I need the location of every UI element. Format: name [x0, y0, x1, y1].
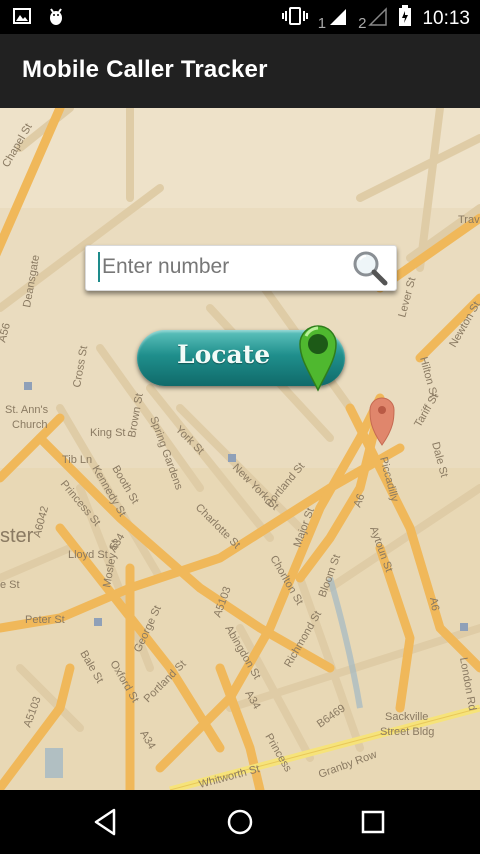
- map-label: Street Bldg: [380, 726, 434, 738]
- map-label: King St: [90, 427, 125, 439]
- map-label: Tib Ln: [62, 454, 92, 466]
- app-bar: Mobile Caller Tracker: [0, 34, 480, 108]
- magnifier-icon[interactable]: [350, 248, 390, 288]
- signal-icon: [328, 6, 348, 32]
- map-label: St. Ann's: [5, 404, 49, 416]
- map-label: Sackville: [385, 711, 428, 723]
- sim2-label: 2: [358, 15, 367, 32]
- home-icon[interactable]: [220, 802, 260, 842]
- search-input[interactable]: [98, 252, 352, 282]
- search-box: [85, 245, 397, 291]
- locate-button-label: Locate: [177, 340, 271, 369]
- map-label: ster: [0, 525, 34, 547]
- android-debug-icon: [46, 6, 66, 33]
- image-icon: [12, 6, 32, 33]
- map-label: Travelo: [458, 214, 480, 226]
- vibrate-icon: [281, 6, 308, 32]
- recents-icon[interactable]: [353, 802, 393, 842]
- map-label: e St: [0, 579, 20, 591]
- map-label: Peter St: [25, 614, 65, 626]
- status-bar: 1 2 10:13: [0, 0, 480, 34]
- map-content: Chapel St Deansgate St. Ann's Church Kin…: [0, 108, 480, 790]
- clock: 10:13: [422, 8, 470, 29]
- map-background[interactable]: Chapel St Deansgate St. Ann's Church Kin…: [0, 108, 480, 790]
- map-label: Church: [12, 419, 47, 431]
- map-label: Lloyd St: [68, 549, 108, 561]
- back-icon[interactable]: [86, 802, 126, 842]
- sim1-label: 1: [317, 15, 327, 32]
- map-label: A6: [427, 596, 441, 611]
- map-pin-icon: [298, 322, 338, 392]
- navigation-bar: [0, 790, 480, 854]
- battery-icon: [398, 5, 412, 33]
- signal-icon: [368, 6, 388, 32]
- app-title: Mobile Caller Tracker: [22, 56, 268, 83]
